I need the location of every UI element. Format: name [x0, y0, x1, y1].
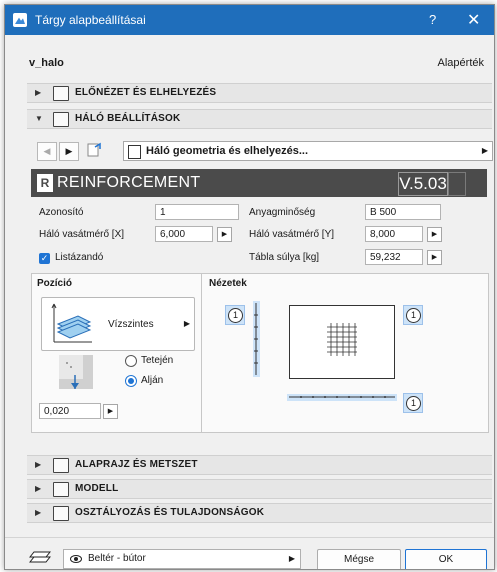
reinforcement-logo: R	[37, 174, 53, 192]
page-link-icon[interactable]	[85, 142, 103, 159]
offset-arrow-button[interactable]: ▶	[103, 404, 118, 419]
ok-button[interactable]: OK	[405, 549, 487, 569]
banner-version: V.5.03	[398, 172, 448, 196]
material-label: Anyagminőség	[249, 207, 316, 218]
view-number: 1	[406, 308, 421, 323]
section-plan-and-section[interactable]: ▶ ALAPRAJZ ÉS METSZET	[27, 455, 492, 475]
section-classification[interactable]: ▶ OSZTÁLYOZÁS ÉS TULAJDONSÁGOK	[27, 503, 492, 523]
dropdown-arrow-icon: ▶	[288, 554, 295, 563]
model-cube-icon	[53, 482, 69, 497]
mesh-icon	[53, 112, 69, 127]
list-checkbox[interactable]: ✓	[39, 253, 50, 264]
list-label: Listázandó	[55, 252, 104, 263]
cancel-button[interactable]: Mégse	[317, 549, 401, 569]
position-title: Pozíció	[37, 278, 73, 289]
id-input[interactable]: 1	[155, 204, 239, 220]
top-radio[interactable]	[125, 355, 137, 367]
x-diameter-label: Háló vasátmérő [X]	[39, 229, 125, 240]
previous-page-button[interactable]: ◀	[37, 142, 57, 161]
layer-select-dropdown[interactable]: Beltér - bútor ▶	[63, 549, 301, 569]
section-title: ALAPRAJZ ÉS METSZET	[75, 459, 198, 470]
view-marker-left[interactable]: 1	[225, 305, 245, 325]
top-label: Tetején	[141, 355, 174, 366]
x-diameter-input[interactable]: 6,000	[155, 226, 213, 242]
defaults-label[interactable]: Alapérték	[438, 57, 484, 69]
view-marker-right[interactable]: 1	[403, 305, 423, 325]
plan-view-preview	[289, 305, 395, 382]
object-settings-dialog: Tárgy alapbeállításai ? ✕ v_halo Alapért…	[4, 4, 495, 570]
eye-icon	[70, 555, 82, 563]
close-button[interactable]: ✕	[467, 10, 480, 30]
app-icon	[13, 13, 27, 27]
layer-icon	[28, 549, 52, 568]
orientation-label: Vízszintes	[108, 319, 154, 330]
cover-section-icon	[57, 353, 97, 396]
next-page-button[interactable]: ▶	[59, 142, 79, 161]
weight-input[interactable]: 59,232	[365, 249, 423, 265]
front-view-bar	[287, 391, 397, 406]
y-diameter-label: Háló vasátmérő [Y]	[249, 229, 335, 240]
offset-input[interactable]: 0,020	[39, 403, 101, 419]
section-model[interactable]: ▶ MODELL	[27, 479, 492, 499]
preview-icon	[53, 86, 69, 101]
section-title: HÁLÓ BEÁLLÍTÁSOK	[75, 113, 181, 124]
layer-label: Beltér - bútor	[88, 553, 146, 564]
view-number: 1	[406, 396, 421, 411]
page-navigation: ◀ ▶ Háló geometria és elhelyezés... ▶	[27, 139, 493, 161]
page-select-dropdown[interactable]: Háló geometria és elhelyezés... ▶	[123, 141, 493, 161]
id-label: Azonosító	[39, 207, 84, 218]
screen-background: Tárgy alapbeállításai ? ✕ v_halo Alapért…	[0, 0, 497, 572]
views-title: Nézetek	[209, 278, 247, 289]
banner-box	[448, 172, 466, 196]
page-icon	[128, 145, 141, 159]
reinforcement-banner: R REINFORCEMENT V.5.03	[31, 169, 487, 197]
section-title: MODELL	[75, 483, 119, 494]
horizontal-mesh-icon	[48, 302, 96, 349]
expand-arrow-icon: ▶	[35, 460, 42, 469]
section-title: OSZTÁLYOZÁS ÉS TULAJDONSÁGOK	[75, 507, 265, 518]
title-bar: Tárgy alapbeállításai ? ✕	[5, 5, 494, 35]
section-preview-placement[interactable]: ▶ ELŐNÉZET ÉS ELHELYEZÉS	[27, 83, 492, 103]
dropdown-arrow-icon: ▶	[183, 319, 190, 328]
section-title: ELŐNÉZET ÉS ELHELYEZÉS	[75, 87, 217, 98]
weight-label: Tábla súlya [kg]	[249, 252, 320, 263]
dropdown-arrow-icon: ▶	[481, 146, 488, 155]
y-diameter-input[interactable]: 8,000	[365, 226, 423, 242]
plan-section-icon	[53, 458, 69, 473]
section-mesh-settings[interactable]: ▼ HÁLÓ BEÁLLÍTÁSOK	[27, 109, 492, 129]
banner-title: REINFORCEMENT	[57, 174, 201, 191]
weight-arrow-button[interactable]: ▶	[427, 250, 442, 265]
page-select-label: Háló geometria és elhelyezés...	[146, 145, 309, 157]
bottom-radio[interactable]	[125, 375, 137, 387]
view-marker-bottom[interactable]: 1	[403, 393, 423, 413]
view-number: 1	[228, 308, 243, 323]
collapse-arrow-icon: ▼	[35, 114, 43, 123]
object-name: v_halo	[29, 57, 64, 69]
expand-arrow-icon: ▶	[35, 88, 42, 97]
expand-arrow-icon: ▶	[35, 484, 42, 493]
bottom-label: Alján	[141, 375, 164, 386]
expand-arrow-icon: ▶	[35, 508, 42, 517]
x-diameter-arrow-button[interactable]: ▶	[217, 227, 232, 242]
window-title: Tárgy alapbeállításai	[35, 13, 146, 27]
side-view-bar	[251, 301, 263, 380]
orientation-select-button[interactable]: Vízszintes ▶	[41, 297, 195, 351]
material-input[interactable]: B 500	[365, 204, 441, 220]
help-button[interactable]: ?	[429, 12, 436, 27]
y-diameter-arrow-button[interactable]: ▶	[427, 227, 442, 242]
footer-separator	[5, 537, 494, 538]
classification-icon	[53, 506, 69, 521]
